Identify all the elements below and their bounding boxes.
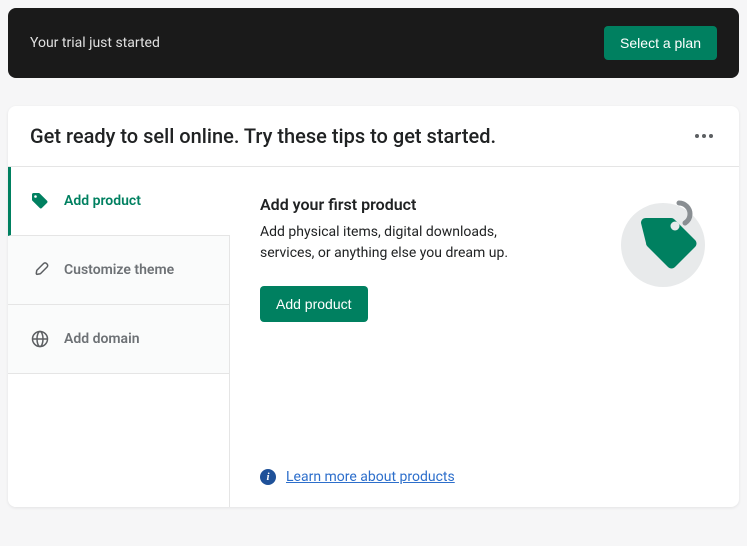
onboarding-sidebar: Add product Customize theme (8, 167, 230, 507)
onboarding-card: Get ready to sell online. Try these tips… (8, 106, 739, 507)
content-heading: Add your first product (260, 195, 597, 214)
card-title: Get ready to sell online. Try these tips… (30, 124, 496, 148)
content-pane: Add your first product Add physical item… (230, 167, 739, 507)
sidebar-item-add-domain[interactable]: Add domain (8, 305, 229, 374)
add-product-button[interactable]: Add product (260, 286, 368, 322)
card-header: Get ready to sell online. Try these tips… (8, 106, 739, 167)
content-main: Add your first product Add physical item… (260, 195, 709, 322)
sidebar-item-customize-theme[interactable]: Customize theme (8, 236, 229, 305)
sidebar-spacer (8, 374, 229, 507)
sidebar-item-label: Add domain (64, 331, 140, 347)
product-tag-illustration (617, 195, 709, 287)
globe-icon (30, 329, 50, 349)
card-body: Add product Customize theme (8, 167, 739, 507)
learn-more-row: i Learn more about products (260, 449, 709, 485)
sidebar-item-label: Add product (64, 193, 141, 209)
sidebar-item-add-product[interactable]: Add product (8, 167, 230, 236)
brush-icon (30, 260, 50, 280)
tag-icon (30, 191, 50, 211)
info-icon: i (260, 469, 276, 485)
trial-banner-text: Your trial just started (30, 35, 160, 51)
learn-more-link[interactable]: Learn more about products (286, 469, 455, 485)
select-plan-button[interactable]: Select a plan (604, 26, 717, 60)
content-description: Add physical items, digital downloads, s… (260, 222, 540, 264)
sidebar-item-label: Customize theme (64, 262, 174, 278)
content-text: Add your first product Add physical item… (260, 195, 597, 322)
more-icon[interactable] (691, 130, 717, 142)
trial-banner: Your trial just started Select a plan (8, 8, 739, 78)
